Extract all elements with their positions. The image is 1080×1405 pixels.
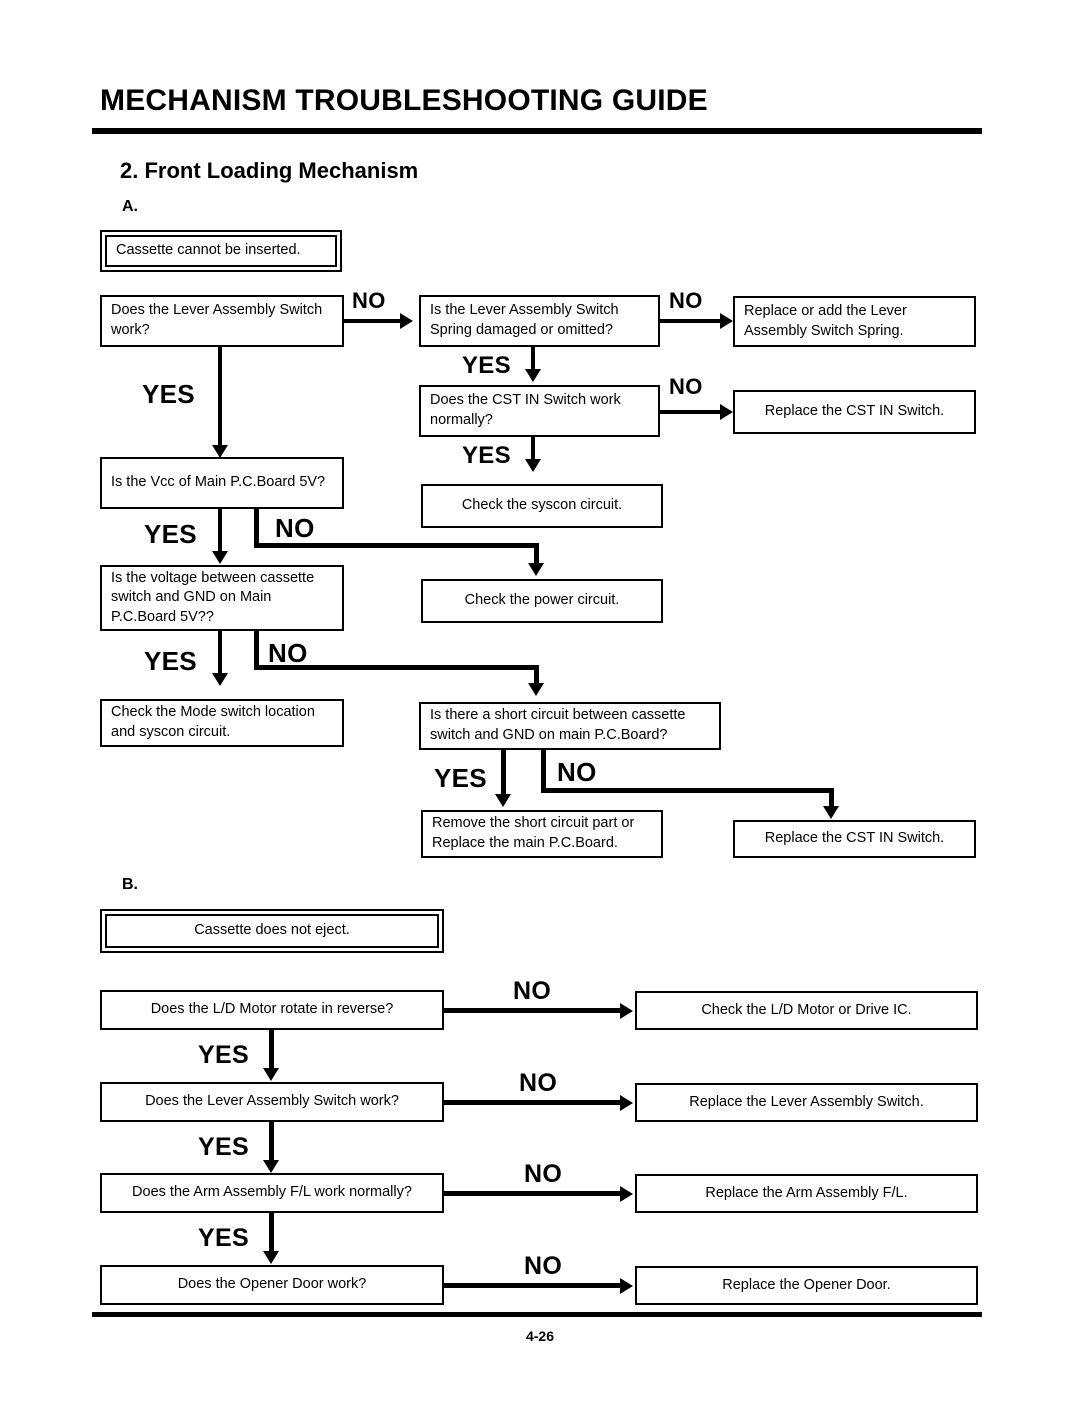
chart-a-q5-yes-line [218,631,222,679]
chart-a-q6-no-hline [541,788,834,793]
chart-b-q4-no-arrowhead [620,1278,633,1294]
chart-a-q5-yes-arrowhead [212,673,228,686]
chart-a-label: A. [122,198,138,215]
chart-b-a2-no-box: Replace the Lever Assembly Switch. [635,1083,978,1122]
section-heading: 2. Front Loading Mechanism [120,158,419,183]
chart-a-q3-box: Does the CST IN Switch work normally? [419,385,660,437]
chart-a-q4-yes-arrowhead [212,551,228,564]
chart-a-q3-no-line [660,410,724,414]
chart-a-q5-yes-label: YES [144,646,197,676]
chart-b-q2-yes-arrowhead [263,1160,279,1173]
chart-a-q1-no-arrowhead [400,313,413,329]
chart-b-q2-yes-label: YES [198,1133,249,1161]
page-number: 4-26 [525,1328,555,1344]
chart-b-q3-yes-label: YES [198,1224,249,1252]
chart-b-q1-no-label: NO [513,977,552,1005]
chart-b-q1-yes-label: YES [198,1041,249,1069]
chart-a-start-box: Cassette cannot be inserted. [100,230,342,272]
document-page: MECHANISM TROUBLESHOOTING GUIDE 2. Front… [0,0,1080,1405]
chart-b-a1-no-box: Check the L/D Motor or Drive IC. [635,991,978,1030]
chart-a-q1-yes-label: YES [142,379,195,409]
chart-a-a3-yes-box: Check the syscon circuit. [421,484,663,528]
chart-a-q3-no-label: NO [669,374,703,399]
chart-b-q2-no-arrowhead [620,1095,633,1111]
chart-a-q6-no-arrowhead [823,806,839,819]
chart-b-q2-no-label: NO [519,1069,558,1097]
chart-b-q1-no-line [444,1008,624,1013]
chart-a-q4-yes-line [218,509,222,557]
chart-a-q6-box: Is there a short circuit between cassett… [419,702,721,750]
chart-a-a5-yes-box: Check the Mode switch location and sysco… [100,699,344,747]
chart-a-q2-box: Is the Lever Assembly Switch Spring dama… [419,295,660,347]
chart-a-q4-no-vline [254,509,259,547]
chart-a-q2-no-label: NO [669,288,703,313]
chart-b-a3-no-box: Replace the Arm Assembly F/L. [635,1174,978,1213]
chart-a-q6-no-vline [541,750,546,792]
chart-a-q1-yes-line [218,347,222,451]
chart-b-q3-no-label: NO [524,1160,563,1188]
chart-b-a4-no-box: Replace the Opener Door. [635,1266,978,1305]
chart-b-q1-yes-arrowhead [263,1068,279,1081]
chart-a-q6-yes-line [501,750,506,800]
chart-a-a4-no-box: Check the power circuit. [421,579,663,623]
chart-b-q2-box: Does the Lever Assembly Switch work? [100,1082,444,1122]
chart-b-q4-no-label: NO [524,1252,563,1280]
chart-b-q3-yes-arrowhead [263,1251,279,1264]
chart-b-label: B. [122,876,138,893]
chart-b-start-box: Cassette does not eject. [100,909,444,953]
chart-a-q5-no-arrowhead [528,683,544,696]
chart-b-q3-box: Does the Arm Assembly F/L work normally? [100,1173,444,1213]
chart-a-q5-no-vline [254,631,259,669]
chart-b-start-text: Cassette does not eject. [105,914,439,948]
chart-b-q2-no-line [444,1100,624,1105]
chart-a-q4-box: Is the Vcc of Main P.C.Board 5V? [100,457,344,509]
chart-a-q4-no-label: NO [275,513,315,543]
header-divider [92,128,982,134]
chart-a-q6-yes-arrowhead [495,794,511,807]
chart-a-a6-no-box: Replace the CST IN Switch. [733,820,976,858]
chart-a-q1-box: Does the Lever Assembly Switch work? [100,295,344,347]
chart-b-q1-box: Does the L/D Motor rotate in reverse? [100,990,444,1030]
chart-a-q1-no-label: NO [352,288,386,313]
footer-divider [92,1312,982,1317]
chart-a-a2-no-box: Replace or add the Lever Assembly Switch… [733,296,976,347]
chart-a-q4-yes-label: YES [144,519,197,549]
chart-a-q2-yes-arrowhead [525,369,541,382]
chart-b-q4-no-line [444,1283,624,1288]
chart-a-q2-no-line [660,319,724,323]
page-title: MECHANISM TROUBLESHOOTING GUIDE [100,84,708,117]
chart-a-q3-yes-label: YES [462,442,511,469]
chart-a-q5-box: Is the voltage between cassette switch a… [100,565,344,631]
chart-a-q3-yes-arrowhead [525,459,541,472]
chart-a-a6-yes-box: Remove the short circuit part or Replace… [421,810,663,858]
chart-a-start-text: Cassette cannot be inserted. [105,235,337,267]
chart-a-q5-no-label: NO [268,638,308,668]
chart-a-q2-no-arrowhead [720,313,733,329]
chart-b-q4-box: Does the Opener Door work? [100,1265,444,1305]
chart-a-q4-no-arrowhead [528,563,544,576]
chart-a-a3-no-box: Replace the CST IN Switch. [733,390,976,434]
chart-b-q3-no-line [444,1191,624,1196]
chart-a-q1-no-line [344,319,402,323]
chart-a-q6-yes-label: YES [434,763,487,793]
chart-a-q6-no-label: NO [557,757,597,787]
chart-a-q2-yes-label: YES [462,352,511,379]
chart-b-q3-no-arrowhead [620,1186,633,1202]
chart-b-q1-no-arrowhead [620,1003,633,1019]
chart-a-q3-no-arrowhead [720,404,733,420]
